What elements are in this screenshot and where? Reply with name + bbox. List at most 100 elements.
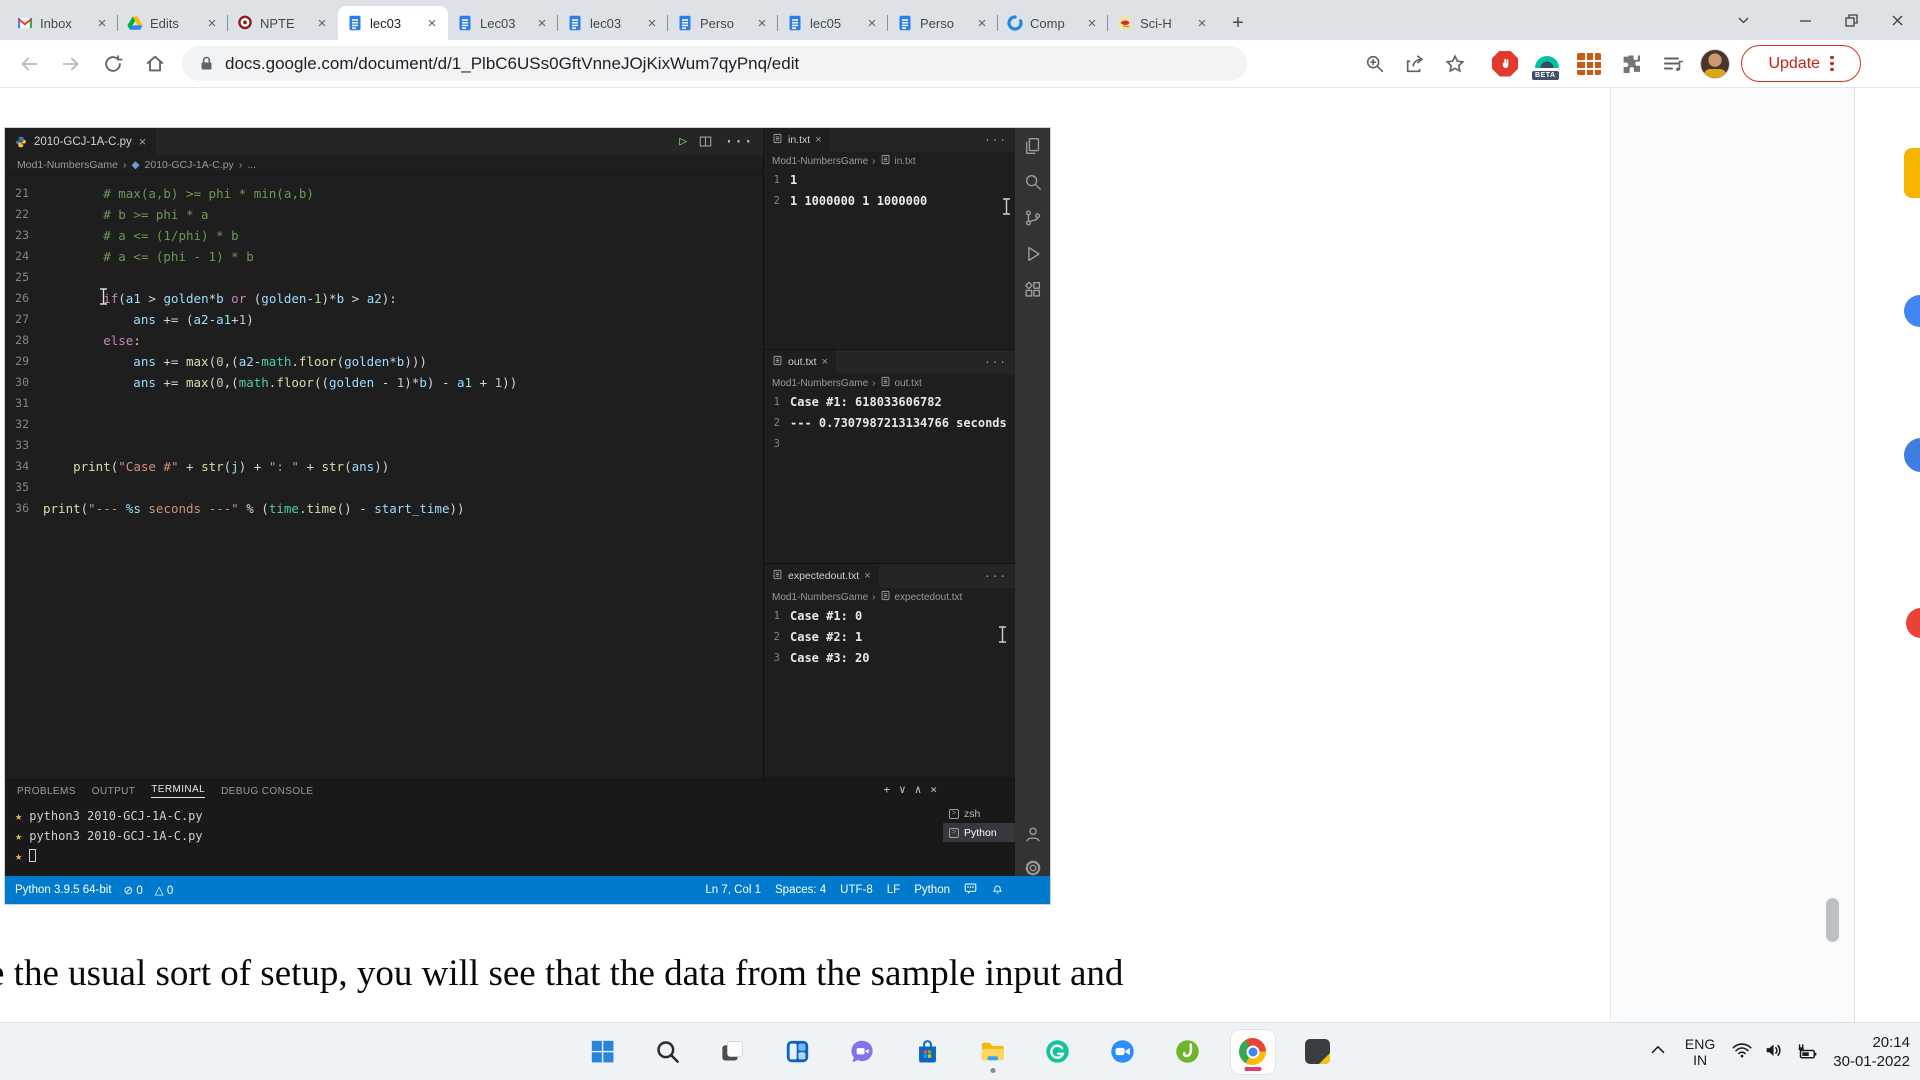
forward-button[interactable]: [50, 43, 92, 85]
shell-item-zsh: > zsh: [943, 804, 1015, 823]
panel-more-actions-icon: ···: [984, 569, 1007, 583]
browser-tab-0-inbox[interactable]: Inbox ×: [8, 6, 118, 40]
line-number: 34: [15, 459, 29, 473]
tab-close-icon[interactable]: ×: [754, 15, 770, 32]
home-button[interactable]: [134, 43, 176, 85]
reading-list-icon[interactable]: [1657, 48, 1689, 80]
browser-tab-7-lec05[interactable]: lec05 ×: [777, 6, 888, 40]
new-tab-button[interactable]: +: [1224, 9, 1252, 37]
scrollbar-thumb[interactable]: [1826, 898, 1839, 942]
tab-close-icon[interactable]: ×: [644, 15, 660, 32]
prompt-star-icon: ★: [15, 849, 23, 863]
panel-breadcrumb: Mod1-NumbersGame › out.txt: [764, 374, 1015, 392]
tab-close-icon[interactable]: ×: [864, 15, 880, 32]
notes-app-taskbar-button[interactable]: [1296, 1030, 1340, 1074]
store-taskbar-button[interactable]: [906, 1030, 950, 1074]
omnibox[interactable]: docs.google.com/document/d/1_PlbC6USs0Gf…: [182, 46, 1247, 81]
green-j-app-taskbar-button[interactable]: [1166, 1030, 1210, 1074]
adblock-extension-icon[interactable]: [1489, 48, 1521, 80]
tab-title: Perso: [700, 15, 734, 31]
restore-button[interactable]: [1828, 0, 1874, 40]
back-button[interactable]: [8, 43, 50, 85]
widgets-taskbar-button[interactable]: [776, 1030, 820, 1074]
side-panel-rail: [1855, 88, 1920, 1022]
scm-icon: [1015, 200, 1050, 236]
code-text: # a <= (phi - 1) * b: [103, 249, 254, 264]
docs-favicon: [456, 15, 473, 32]
browser-tab-6-perso[interactable]: Perso ×: [667, 6, 778, 40]
file-explorer-taskbar-button[interactable]: [971, 1030, 1015, 1074]
extensions-puzzle-icon[interactable]: [1615, 48, 1647, 80]
shell-label: zsh: [964, 807, 981, 820]
tray-chevron-up-icon[interactable]: [1647, 1039, 1669, 1066]
terminal-tabs: PROBLEMS OUTPUT TERMINAL DEBUG CONSOLE: [5, 780, 1015, 802]
code-line: 29 ans += max(0,(a2-math.floor(golden*b))…: [5, 351, 763, 372]
vscode-screenshot-image[interactable]: 2010-GCJ-1A-C.py × ▷ ··· Mod1-NumbersGam…: [5, 128, 1050, 904]
grammarly-taskbar-button[interactable]: [1036, 1030, 1080, 1074]
tab-close-icon[interactable]: ×: [204, 15, 220, 32]
panel-tabbar: out.txt × ···: [764, 350, 1015, 374]
code-line: 27 ans += (a2-a1+1): [5, 309, 763, 330]
lock-icon: [198, 55, 215, 72]
terminal-tab-debug-console: DEBUG CONSOLE: [221, 785, 314, 797]
docs-page[interactable]: 2010-GCJ-1A-C.py × ▷ ··· Mod1-NumbersGam…: [0, 88, 1920, 1022]
browser-tab-2-npte[interactable]: NPTE ×: [227, 6, 338, 40]
tab-close-icon[interactable]: ×: [94, 15, 110, 32]
browser-menu-dots-icon[interactable]: [1830, 55, 1834, 72]
line-number: 26: [15, 291, 29, 305]
task-view-taskbar-button[interactable]: [711, 1030, 755, 1074]
minimize-button[interactable]: [1782, 0, 1828, 40]
maps-icon[interactable]: [1906, 608, 1920, 638]
browser-tab-strip: Inbox × Edits × NPTE × lec03 × Lec03 × lec03 × Perso…: [0, 0, 1920, 40]
browser-tab-1-edits[interactable]: Edits ×: [117, 6, 228, 40]
tab-close-icon[interactable]: ×: [534, 15, 550, 32]
calendar-icon[interactable]: [1904, 295, 1920, 327]
wall-extension-icon[interactable]: [1573, 48, 1605, 80]
browser-tab-5-lec03[interactable]: lec03 ×: [557, 6, 668, 40]
shell-item-python: > Python: [943, 823, 1015, 842]
code-line: 21 # max(a,b) >= phi * min(a,b): [5, 183, 763, 204]
line-number: 29: [15, 354, 29, 368]
clock[interactable]: 20:14 30-01-2022: [1833, 1033, 1910, 1071]
browser-tab-10-sci-h[interactable]: Sci-H ×: [1107, 6, 1218, 40]
zoom-app-taskbar-button[interactable]: [1101, 1030, 1145, 1074]
code-line: 34 print("Case #" + str(j) + ": " + str(a…: [5, 456, 763, 477]
files-icon: [1015, 128, 1050, 164]
document-text[interactable]: e the usual sort of setup, you will see …: [0, 952, 1123, 995]
start-taskbar-button[interactable]: [581, 1030, 625, 1074]
tab-close-icon[interactable]: ×: [314, 15, 330, 32]
page-zoom-icon[interactable]: [1355, 44, 1395, 84]
tasks-icon[interactable]: [1904, 438, 1920, 472]
system-status-icons[interactable]: [1731, 1039, 1817, 1066]
chrome-taskbar-button[interactable]: [1230, 1029, 1275, 1074]
browser-tab-3-lec03[interactable]: lec03 ×: [338, 6, 448, 40]
keep-icon[interactable]: [1904, 148, 1920, 198]
reload-button[interactable]: [92, 43, 134, 85]
tab-close-icon[interactable]: ×: [1084, 15, 1100, 32]
tab-close-icon[interactable]: ×: [1194, 15, 1210, 32]
tab-search-chevron-icon[interactable]: [1720, 0, 1766, 40]
panel-tab-label: out.txt: [788, 356, 817, 368]
beta-extension-icon[interactable]: BETA: [1531, 48, 1563, 80]
tab-close-icon[interactable]: ×: [424, 15, 440, 32]
editor-tab-label: 2010-GCJ-1A-C.py: [34, 135, 132, 148]
update-button[interactable]: Update: [1741, 45, 1861, 82]
bookmark-star-icon[interactable]: [1435, 44, 1475, 84]
browser-tab-4-lec03[interactable]: Lec03 ×: [448, 6, 558, 40]
profile-avatar[interactable]: [1699, 48, 1731, 80]
chat-taskbar-button[interactable]: [841, 1030, 885, 1074]
url-text[interactable]: docs.google.com/document/d/1_PlbC6USs0Gf…: [225, 54, 799, 74]
search-taskbar-button[interactable]: [646, 1030, 690, 1074]
language-indicator[interactable]: ENG IN: [1685, 1036, 1715, 1068]
line-number: 32: [15, 417, 29, 431]
line-number: 1: [773, 174, 780, 186]
prompt-star-icon: ★: [15, 809, 23, 823]
python-version-label: Python 3.9.5 64-bit: [15, 884, 112, 896]
close-window-button[interactable]: [1874, 0, 1920, 40]
browser-tab-9-comp[interactable]: Comp ×: [997, 6, 1108, 40]
code-text: ans += max(0,(math.floor((golden - 1)*b)…: [133, 375, 518, 390]
browser-tab-8-perso[interactable]: Perso ×: [887, 6, 998, 40]
share-icon[interactable]: [1395, 44, 1435, 84]
tab-title: Perso: [920, 15, 954, 31]
tab-close-icon[interactable]: ×: [974, 15, 990, 32]
